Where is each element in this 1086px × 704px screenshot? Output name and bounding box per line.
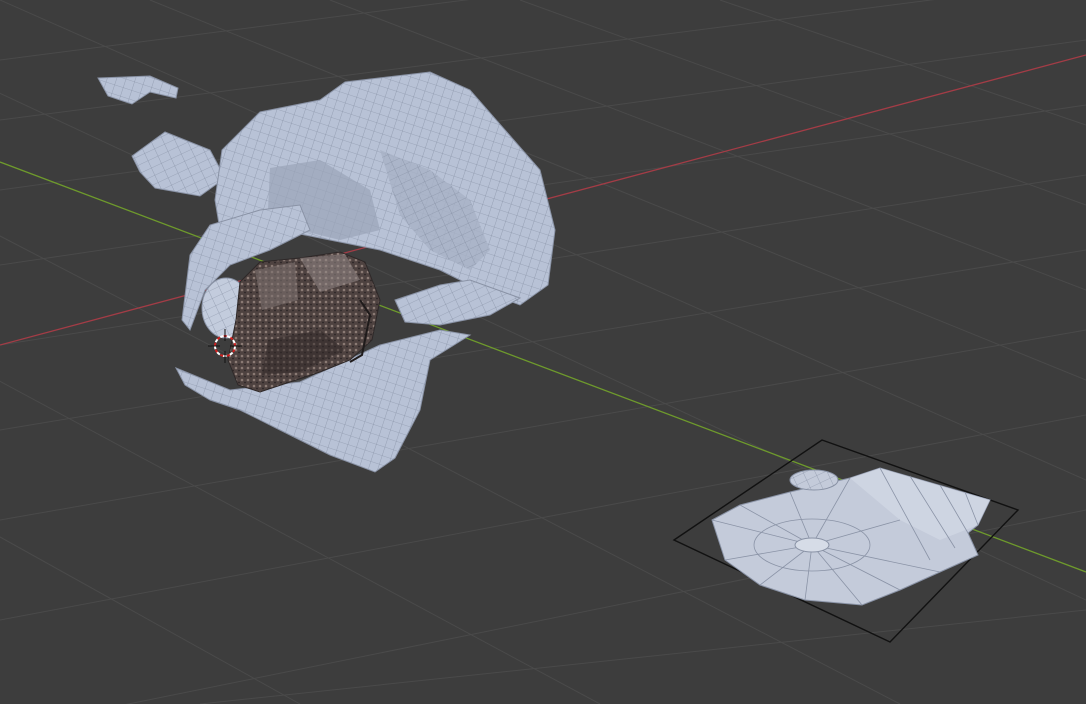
grid-floor [0,0,1086,704]
3d-viewport[interactable] [0,0,1086,704]
fuel-tank-panel-unwrapped[interactable] [672,439,1020,643]
